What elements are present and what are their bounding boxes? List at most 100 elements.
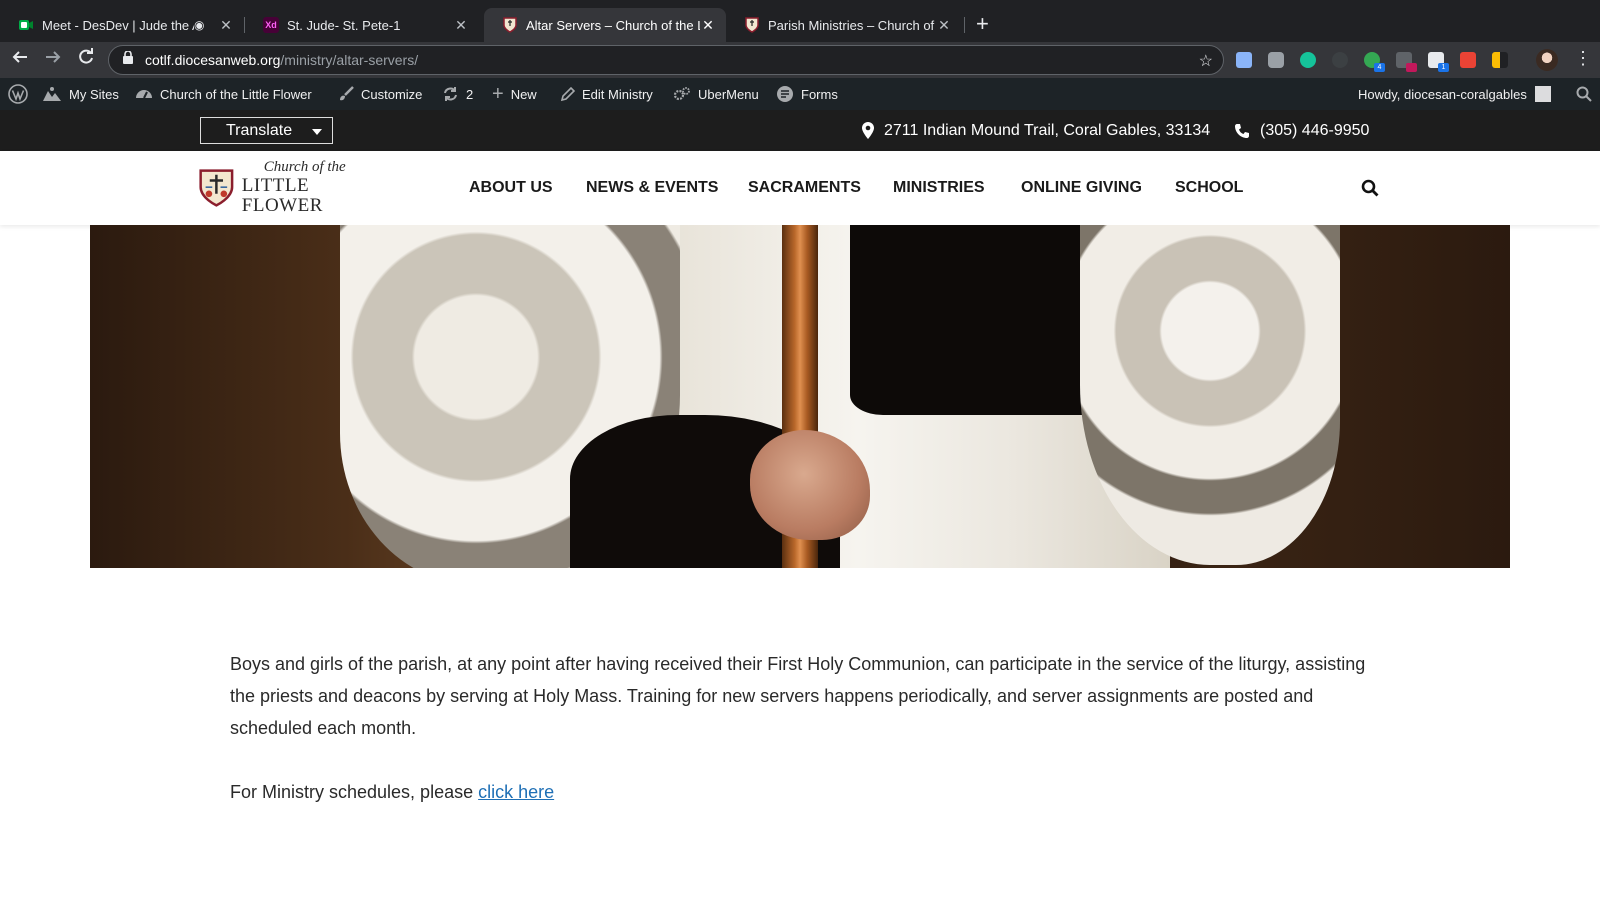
gears-icon bbox=[673, 86, 691, 102]
new-content-menu[interactable]: + New bbox=[492, 78, 537, 110]
extension-image-icon[interactable] bbox=[1236, 52, 1252, 68]
site-name-label: Church of the Little Flower bbox=[160, 86, 312, 102]
browser-tab-strip: Meet - DesDev | Jude the A ◉ ✕ Xd St. Ju… bbox=[0, 0, 1600, 42]
updates-link[interactable]: 2 bbox=[442, 78, 473, 110]
adobe-xd-icon: Xd bbox=[263, 17, 279, 33]
extension-yellow-icon[interactable] bbox=[1492, 52, 1508, 68]
site-name-menu[interactable]: Church of the Little Flower bbox=[135, 78, 312, 110]
phone-icon bbox=[1235, 123, 1249, 138]
tab-altar-servers[interactable]: Altar Servers – Church of the L ✕ bbox=[484, 8, 726, 42]
tab-title: Meet - DesDev | Jude the A bbox=[42, 17, 194, 33]
hero-image-altar-server bbox=[90, 225, 1510, 568]
new-tab-button[interactable]: + bbox=[976, 9, 989, 39]
nav-about-us[interactable]: ABOUT US bbox=[469, 151, 553, 225]
google-meet-icon bbox=[18, 17, 34, 33]
site-header: Church of the LITTLE FLOWER ABOUT US NEW… bbox=[0, 151, 1600, 225]
forms-label: Forms bbox=[801, 86, 838, 102]
user-account-menu[interactable]: Howdy, diocesan-coralgables bbox=[1358, 78, 1551, 110]
tab-title: Parish Ministries – Church of th bbox=[768, 17, 936, 33]
search-icon bbox=[1361, 179, 1379, 197]
dashboard-icon bbox=[135, 86, 153, 102]
ubermenu-label: UberMenu bbox=[698, 86, 759, 102]
close-tab-icon[interactable]: ✕ bbox=[700, 17, 716, 34]
recording-icon: ◉ bbox=[194, 18, 205, 32]
tab-title: Altar Servers – Church of the L bbox=[526, 17, 700, 33]
logo-wordmark: Church of the LITTLE FLOWER bbox=[241, 159, 369, 216]
extension-red-icon[interactable] bbox=[1460, 52, 1476, 68]
site-search-button[interactable] bbox=[1361, 179, 1379, 202]
phone-info[interactable]: (305) 446-9950 bbox=[1234, 110, 1369, 151]
browser-toolbar: cotlf.diocesanweb.org/ministry/altar-ser… bbox=[0, 42, 1600, 78]
dropdown-caret-icon bbox=[312, 129, 322, 135]
tab-title: St. Jude- St. Pete-1 bbox=[287, 17, 401, 33]
schedule-prefix: For Ministry schedules, please bbox=[230, 782, 479, 802]
nav-online-giving[interactable]: ONLINE GIVING bbox=[1021, 151, 1142, 225]
ministry-content: Boys and girls of the parish, at any poi… bbox=[230, 648, 1370, 840]
nav-news-events[interactable]: NEWS & EVENTS bbox=[586, 151, 718, 225]
site-top-bar: Translate 2711 Indian Mound Trail, Coral… bbox=[0, 110, 1600, 151]
my-sites-label: My Sites bbox=[69, 86, 119, 102]
extension-badge: 1 bbox=[1438, 63, 1449, 72]
address-info: 2711 Indian Mound Trail, Coral Gables, 3… bbox=[862, 110, 1210, 151]
reload-button[interactable] bbox=[74, 48, 98, 72]
nav-sacraments[interactable]: SACRAMENTS bbox=[748, 151, 861, 225]
nav-school[interactable]: SCHOOL bbox=[1175, 151, 1243, 225]
profile-avatar[interactable] bbox=[1536, 49, 1558, 71]
edit-ministry-label: Edit Ministry bbox=[582, 86, 653, 102]
schedule-link[interactable]: click here bbox=[478, 782, 554, 802]
logo-line-2: LITTLE FLOWER bbox=[241, 174, 323, 216]
updates-count: 2 bbox=[466, 86, 474, 102]
user-avatar bbox=[1534, 86, 1551, 102]
my-sites-menu[interactable]: My Sites bbox=[42, 78, 119, 110]
sites-icon bbox=[42, 86, 62, 102]
customize-label: Customize bbox=[361, 86, 423, 102]
forms-link[interactable]: Forms bbox=[776, 78, 838, 110]
forward-button[interactable] bbox=[41, 48, 65, 72]
url-domain: cotlf.diocesanweb.org bbox=[145, 52, 281, 68]
extension-badge bbox=[1406, 63, 1417, 72]
nav-ministries[interactable]: MINISTRIES bbox=[893, 151, 985, 225]
reload-icon bbox=[79, 48, 93, 64]
back-button[interactable] bbox=[8, 48, 32, 72]
edit-ministry-link[interactable]: Edit Ministry bbox=[560, 78, 653, 110]
url-path: /ministry/altar-servers/ bbox=[280, 52, 419, 68]
close-tab-icon[interactable]: ✕ bbox=[453, 17, 469, 34]
site-logo[interactable]: Church of the LITTLE FLOWER bbox=[199, 159, 369, 215]
extension-badge: 4 bbox=[1374, 63, 1385, 72]
ubermenu-link[interactable]: UberMenu bbox=[673, 78, 759, 110]
translate-dropdown[interactable]: Translate bbox=[200, 117, 333, 144]
admin-search-button[interactable] bbox=[1576, 78, 1592, 110]
howdy-label: Howdy, diocesan-coralgables bbox=[1358, 86, 1527, 102]
tab-meet[interactable]: Meet - DesDev | Jude the A ◉ ✕ bbox=[0, 8, 244, 42]
close-tab-icon[interactable]: ✕ bbox=[218, 17, 234, 34]
schedule-line: For Ministry schedules, please click her… bbox=[230, 776, 1370, 808]
address-text: 2711 Indian Mound Trail, Coral Gables, 3… bbox=[884, 121, 1211, 139]
updates-icon bbox=[442, 86, 459, 102]
extension-camera-icon[interactable] bbox=[1268, 52, 1284, 68]
tab-parish-ministries[interactable]: Parish Ministries – Church of th ✕ bbox=[726, 8, 962, 42]
browser-menu-icon[interactable]: ⋮ bbox=[1574, 48, 1592, 69]
tab-xd[interactable]: Xd St. Jude- St. Pete-1 ✕ bbox=[245, 8, 479, 42]
extension-dark-icon[interactable] bbox=[1332, 52, 1348, 68]
back-arrow-icon bbox=[12, 51, 27, 63]
search-icon bbox=[1576, 86, 1592, 102]
phone-text: (305) 446-9950 bbox=[1260, 121, 1370, 139]
wordpress-logo-icon bbox=[8, 84, 28, 104]
ministry-description: Boys and girls of the parish, at any poi… bbox=[230, 654, 1366, 738]
plus-icon: + bbox=[492, 82, 504, 105]
close-tab-icon[interactable]: ✕ bbox=[936, 17, 952, 34]
site-crest-icon bbox=[744, 17, 760, 33]
translate-label: Translate bbox=[226, 121, 293, 139]
map-pin-icon bbox=[862, 122, 874, 139]
wordpress-logo-button[interactable] bbox=[8, 78, 35, 110]
bookmark-star-icon[interactable]: ☆ bbox=[1199, 51, 1213, 71]
logo-line-1: Church of the bbox=[263, 159, 346, 176]
url-text: cotlf.diocesanweb.org/ministry/altar-ser… bbox=[145, 52, 418, 68]
customize-link[interactable]: Customize bbox=[338, 78, 422, 110]
address-bar[interactable]: cotlf.diocesanweb.org/ministry/altar-ser… bbox=[108, 45, 1224, 75]
church-crest-icon bbox=[199, 169, 234, 207]
grammarly-icon[interactable] bbox=[1300, 52, 1316, 68]
hero-lace-sleeve-right bbox=[1080, 225, 1340, 565]
forms-icon bbox=[776, 85, 794, 103]
forward-arrow-icon bbox=[46, 51, 61, 63]
